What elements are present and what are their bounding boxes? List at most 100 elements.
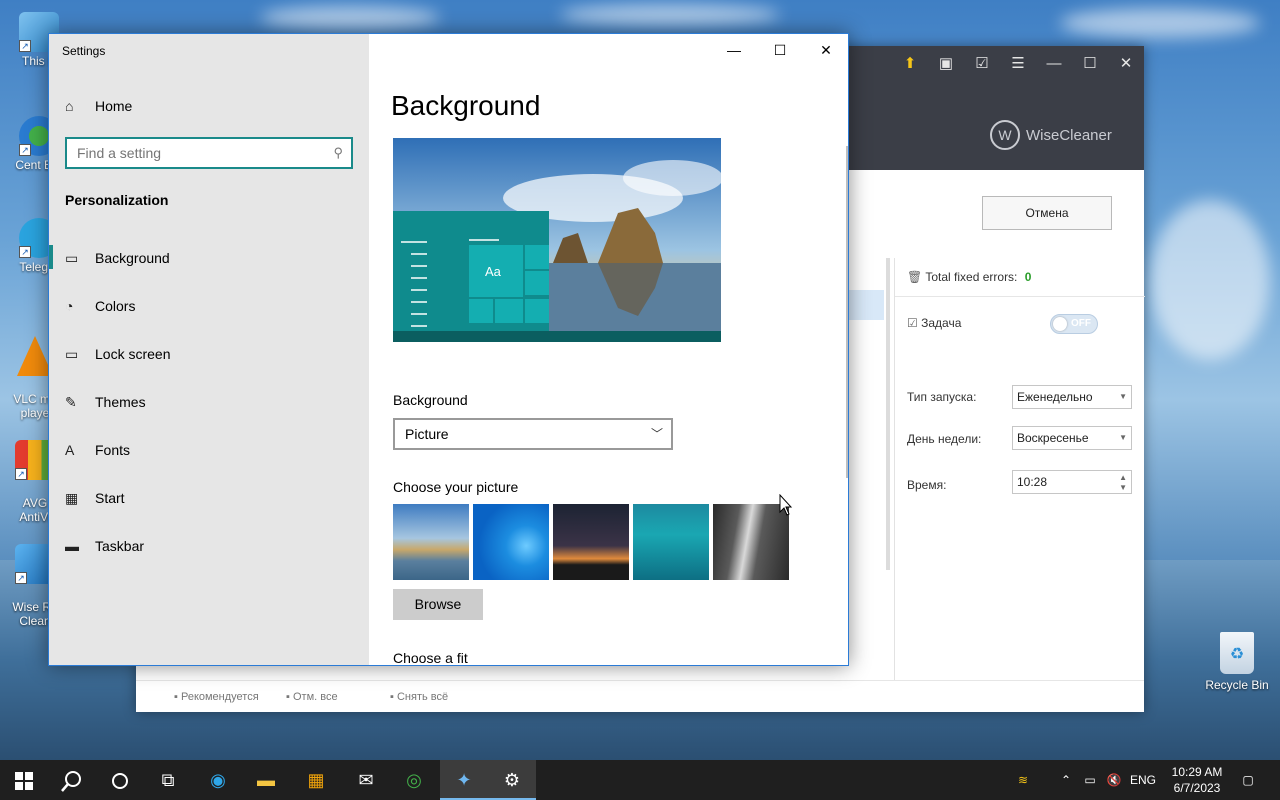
- picture-thumbnail-3[interactable]: [553, 504, 629, 580]
- nav-label: Start: [95, 490, 125, 506]
- time-label: Время:: [907, 478, 947, 492]
- chevron-up-icon[interactable]: ⌃: [1056, 760, 1076, 800]
- section-heading: Personalization: [65, 192, 169, 208]
- fonts-icon: A: [65, 442, 75, 458]
- mail-icon: ✉: [358, 770, 374, 790]
- weather-icon[interactable]: ≋: [1008, 760, 1038, 800]
- picture-thumbnail-4[interactable]: [633, 504, 709, 580]
- search-box[interactable]: ⚲: [65, 137, 353, 169]
- search-button[interactable]: [48, 760, 96, 800]
- nav-start[interactable]: ▦ Start: [49, 478, 369, 518]
- select-all-link[interactable]: ▪ Отм. все: [286, 691, 338, 703]
- taskbar: ⧉ ◉ ▬ ▦ ✉ ◎ ✦ ⚙ ≋ ⌃ ▭ 🔇 ENG 10:29 AM 6/7…: [0, 760, 1280, 800]
- background-type-value: Picture: [405, 426, 449, 442]
- windows-logo-icon: [15, 772, 33, 791]
- background-type-dropdown[interactable]: Picture ﹀: [393, 418, 673, 450]
- weekday-value: Воскресенье: [1017, 431, 1089, 445]
- picture-thumbnail-1[interactable]: [393, 504, 469, 580]
- search-icon: ⚲: [333, 145, 343, 160]
- cortana-icon: [112, 773, 128, 790]
- fixed-errors-value: 0: [1024, 270, 1032, 284]
- nav-label: Themes: [95, 394, 146, 410]
- launch-type-value: Еженедельно: [1017, 390, 1093, 404]
- gear-icon: ⚙: [503, 770, 521, 790]
- nav-taskbar[interactable]: ▬ Taskbar: [49, 526, 369, 566]
- cloud: [1150, 200, 1270, 360]
- divider: [895, 296, 1145, 297]
- preview-image: [393, 138, 721, 342]
- cortana-button[interactable]: [96, 760, 144, 800]
- scrollbar[interactable]: [846, 146, 848, 478]
- launch-type-label: Тип запуска:: [907, 390, 977, 404]
- picture-thumbnail-5[interactable]: [713, 504, 789, 580]
- nav-themes[interactable]: ✎ Themes: [49, 382, 369, 422]
- task-toggle[interactable]: OFF: [1050, 314, 1098, 334]
- menu-icon[interactable]: ☰: [1006, 52, 1030, 76]
- time-stepper[interactable]: 10:28 ▲ ▼: [1012, 470, 1132, 494]
- wise-registry-button[interactable]: ✦: [440, 760, 488, 800]
- nav-lock-screen[interactable]: ▭ Lock screen: [49, 334, 369, 374]
- browse-button[interactable]: Browse: [393, 589, 483, 620]
- file-explorer-button[interactable]: ▬: [242, 760, 290, 800]
- folder-icon: ▬: [257, 770, 275, 790]
- recommended-link[interactable]: ▪ Рекомендуется: [174, 691, 259, 703]
- taskbar-icon: ▬: [65, 538, 79, 554]
- deselect-all-link[interactable]: ▪ Снять всё: [390, 691, 448, 703]
- notifications-icon[interactable]: ▢: [1236, 760, 1260, 800]
- nav-label: Fonts: [95, 442, 131, 458]
- cloud: [560, 4, 780, 26]
- desktop-icon-recycle-bin[interactable]: ♻ Recycle Bin: [1200, 632, 1274, 692]
- feedback-icon[interactable]: ▣: [934, 52, 958, 76]
- nav-home[interactable]: ⌂ Home: [49, 86, 369, 126]
- nav-fonts[interactable]: A Fonts: [49, 430, 369, 470]
- minimize-icon[interactable]: —: [1042, 52, 1066, 76]
- recommended-label: Рекомендуется: [180, 691, 259, 703]
- store-button[interactable]: ▦: [292, 760, 340, 800]
- mail-button[interactable]: ✉: [342, 760, 390, 800]
- time-value: 10:28: [1017, 475, 1048, 489]
- cloud: [1060, 8, 1260, 38]
- palette-icon: ◔: [65, 298, 74, 314]
- nav-label: Lock screen: [95, 346, 171, 362]
- store-icon: ▦: [307, 770, 325, 790]
- volume-muted-icon[interactable]: 🔇: [1104, 760, 1124, 800]
- choose-picture-label: Choose your picture: [393, 479, 519, 495]
- weekday-label: День недели:: [907, 432, 982, 446]
- task-view-button[interactable]: ⧉: [144, 760, 192, 800]
- wise-logo-mark: W: [990, 120, 1020, 150]
- picture-thumbnail-2[interactable]: [473, 504, 549, 580]
- cancel-button[interactable]: Отмена: [982, 196, 1112, 230]
- window-title: Settings: [62, 44, 106, 58]
- fixed-errors-row: 🗑 Total fixed errors: 0: [907, 270, 1031, 284]
- nav-background[interactable]: ▭ Background: [49, 238, 369, 278]
- recycle-bin-icon: ♻: [1220, 632, 1254, 674]
- nav-colors[interactable]: ◔ Colors: [49, 286, 369, 326]
- nav-label: Taskbar: [95, 538, 145, 554]
- scrollbar[interactable]: [886, 258, 890, 570]
- nav-label: Colors: [95, 298, 136, 314]
- wise-footer: ▪ Рекомендуется ▪ Отм. все ▪ Снять всё: [136, 680, 1144, 712]
- clock[interactable]: 10:29 AM 6/7/2023: [1166, 764, 1228, 796]
- clock-date: 6/7/2023: [1173, 781, 1221, 795]
- edge-button[interactable]: ◉: [194, 760, 242, 800]
- weekday-select[interactable]: Воскресенье ▼: [1012, 426, 1132, 450]
- nav-home-label: Home: [95, 98, 133, 114]
- network-icon[interactable]: ▭: [1080, 760, 1100, 800]
- spin-arrows-icon[interactable]: ▲ ▼: [1119, 473, 1127, 493]
- edge-icon: ◉: [210, 770, 226, 790]
- preview-sample-text: Aa: [485, 264, 501, 279]
- close-icon[interactable]: ✕: [1114, 52, 1138, 76]
- toggle-state: OFF: [1071, 318, 1091, 329]
- page-title: Background: [391, 90, 541, 121]
- start-button[interactable]: [0, 760, 48, 800]
- maximize-icon[interactable]: ☐: [1078, 52, 1102, 76]
- upgrade-icon[interactable]: ⬆: [898, 52, 922, 76]
- wise-registry-icon: ✦: [456, 770, 472, 790]
- wisecleaner-logo: W WiseCleaner: [990, 120, 1112, 150]
- settings-button[interactable]: ⚙: [488, 760, 536, 800]
- search-input[interactable]: [67, 139, 307, 167]
- cent-browser-button[interactable]: ◎: [390, 760, 438, 800]
- notes-icon[interactable]: ☑: [970, 52, 994, 76]
- language-indicator[interactable]: ENG: [1128, 760, 1158, 800]
- launch-type-select[interactable]: Еженедельно ▼: [1012, 385, 1132, 409]
